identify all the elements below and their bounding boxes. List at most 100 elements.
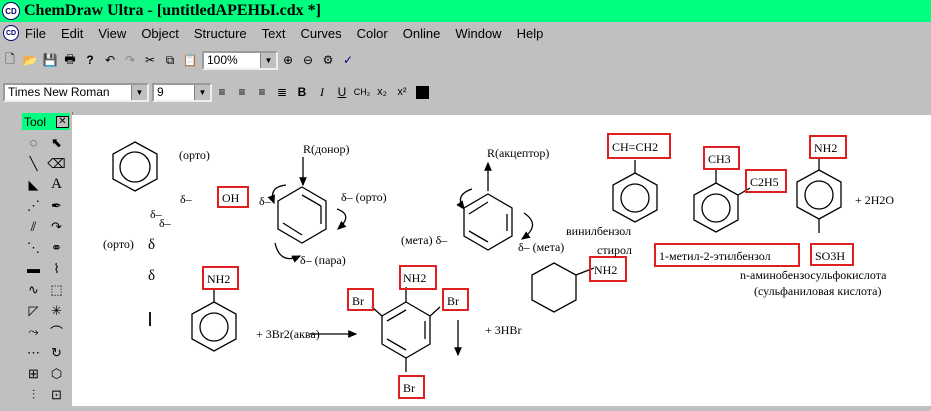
align-left-icon[interactable]: ≡ (212, 82, 232, 102)
palette-title: Tool (24, 114, 47, 129)
new-document-icon[interactable]: 🗋 (0, 50, 20, 70)
chevron-down-icon[interactable]: ▼ (131, 84, 147, 100)
bond-icon[interactable]: ╲ (23, 154, 44, 173)
menu-object[interactable]: Object (141, 26, 179, 41)
bracket-icon[interactable]: ✳ (46, 301, 67, 320)
grid-icon[interactable]: ⊡ (46, 385, 67, 404)
italic-icon[interactable]: I (312, 82, 332, 102)
label-donor-orto: δ– (орто) (341, 190, 387, 204)
chevron-down-icon[interactable]: ▼ (260, 52, 276, 68)
align-center-icon[interactable]: ≡ (232, 82, 252, 102)
lasso-icon[interactable]: ◌ (23, 133, 44, 152)
underline-icon[interactable]: U (332, 82, 352, 102)
check-structure-icon[interactable]: ⚙ (318, 50, 338, 70)
menu-file[interactable]: File (25, 26, 46, 41)
aniline-ring (191, 301, 237, 352)
undo-icon[interactable]: ↶ (100, 50, 120, 70)
zoom-select[interactable]: 100% ▼ (202, 50, 278, 70)
marquee-icon[interactable]: ⬚ (46, 280, 67, 299)
bond-double-icon[interactable]: ⫶ (23, 385, 44, 404)
format-toolbar: Times New Roman ▼ 9 ▼ ≡ ≡ ≡ ≣ B I U CH₂ … (0, 78, 931, 106)
menu-window[interactable]: Window (455, 26, 501, 41)
zoom-in-icon[interactable]: ⊕ (278, 50, 298, 70)
label-nh2: NH2 (207, 272, 230, 286)
arrow-tool-icon[interactable]: ↷ (46, 217, 67, 236)
clean-structure-icon[interactable]: ✓ (338, 50, 358, 70)
arc-icon[interactable]: ⌒ (46, 322, 67, 341)
table-icon[interactable]: ⊞ (23, 364, 44, 383)
wavy-bond-icon[interactable]: ∿ (23, 280, 44, 299)
wedge-bond-icon[interactable]: ◣ (23, 175, 44, 194)
subscript-icon[interactable]: x₂ (372, 82, 392, 102)
pen-icon[interactable]: ✒ (46, 196, 67, 215)
chain-icon[interactable]: ⌇ (46, 259, 67, 278)
formula-icon[interactable]: CH₂ (352, 82, 372, 102)
redo-icon[interactable]: ↷ (120, 50, 140, 70)
menu-view[interactable]: View (98, 26, 126, 41)
help-icon[interactable]: ? (80, 50, 100, 70)
close-icon[interactable]: ✕ (56, 115, 69, 128)
bold-bond-icon[interactable]: ▬ (23, 259, 44, 278)
open-folder-icon[interactable]: 📂 (20, 50, 40, 70)
size-select[interactable]: 9 ▼ (152, 82, 212, 102)
hashed-bond-icon[interactable]: ⫽ (23, 217, 44, 236)
chevron-down-icon[interactable]: ▼ (194, 84, 210, 100)
cyclohexane-ring (531, 262, 577, 313)
menu-online[interactable]: Online (403, 26, 441, 41)
label-delta: δ (148, 237, 155, 253)
print-icon[interactable]: 🖶 (60, 50, 80, 70)
label-nh2: NH2 (403, 271, 426, 285)
label-plus-hbr: + 3HBr (485, 323, 521, 337)
label-donor-para: δ– (пара) (300, 253, 346, 267)
window-title: ChemDraw Ultra - [untitledAPEHЫ.cdx *] (24, 2, 322, 19)
document-icon[interactable]: CD (3, 25, 19, 41)
drawing-canvas[interactable]: (орто) δ– OH δ– δ– (орто) δ δ R(донор) δ… (72, 115, 931, 406)
chemdraw-app-icon[interactable]: CD (2, 2, 20, 20)
wedge-tool-icon[interactable]: ◸ (23, 301, 44, 320)
chemistry-drawing: (орто) δ– OH δ– δ– (орто) δ δ R(донор) δ… (103, 133, 894, 399)
eraser-icon[interactable]: ⌫ (46, 154, 67, 173)
label-vinyl-group: CH=CH2 (612, 140, 658, 154)
superscript-icon[interactable]: x² (392, 82, 412, 102)
label-donor: R(донор) (303, 142, 350, 156)
rotate-icon[interactable]: ↻ (46, 343, 67, 362)
menu-curves[interactable]: Curves (300, 26, 341, 41)
aromatic-circle (119, 151, 151, 183)
menu-structure[interactable]: Structure (194, 26, 247, 41)
toluene-ring (693, 182, 739, 233)
cut-icon[interactable]: ✂ (140, 50, 160, 70)
align-right-icon[interactable]: ≡ (252, 82, 272, 102)
text-tool-icon[interactable]: A (46, 175, 67, 194)
label-delta: δ– (159, 216, 172, 230)
label-delta: δ (148, 268, 155, 284)
label-nh2: NH2 (814, 141, 837, 155)
label-plus-br2: + 3Br2(аква) (256, 327, 320, 341)
arrow-line-icon[interactable]: ⤳ (23, 322, 44, 341)
font-value: Times New Roman (8, 85, 110, 99)
orbital-icon[interactable]: ⚭ (46, 238, 67, 257)
paste-icon[interactable]: 📋 (180, 50, 200, 70)
color-swatch-icon[interactable] (412, 82, 432, 102)
dashed-bond-icon[interactable]: ⋰ (23, 196, 44, 215)
zoom-out-icon[interactable]: ⊖ (298, 50, 318, 70)
label-delta: δ– (180, 192, 193, 206)
menu-text[interactable]: Text (262, 26, 286, 41)
template-icon[interactable]: ⬡ (46, 364, 67, 383)
menu-color[interactable]: Color (357, 26, 388, 41)
bold-icon[interactable]: B (292, 82, 312, 102)
hashed-wedge-icon[interactable]: ⋱ (23, 238, 44, 257)
standard-toolbar: 🗋 📂 💾 🖶 ? ↶ ↷ ✂ ⧉ 📋 100% ▼ ⊕ ⊖ ⚙ ✓ (0, 46, 931, 74)
tool-palette: Tool ✕ ◌ ⬉ ╲ ⌫ ◣ A ⋰ ✒ ⫽ ↷ ⋱ ⚭ ▬ ⌇ ∿ ⬚ ◸… (20, 112, 73, 406)
palette-titlebar[interactable]: Tool ✕ (22, 113, 70, 130)
label-acceptor: R(акцептор) (487, 146, 549, 160)
justify-icon[interactable]: ≣ (272, 82, 292, 102)
copy-icon[interactable]: ⧉ (160, 50, 180, 70)
label-oh: OH (222, 191, 240, 205)
select-arrow-icon[interactable]: ⬉ (46, 133, 67, 152)
dashed-line-icon[interactable]: ⋯ (23, 343, 44, 362)
font-select[interactable]: Times New Roman ▼ (3, 82, 149, 102)
save-icon[interactable]: 💾 (40, 50, 60, 70)
menu-edit[interactable]: Edit (61, 26, 83, 41)
menu-help[interactable]: Help (517, 26, 544, 41)
label-c2h5: C2H5 (750, 175, 779, 189)
